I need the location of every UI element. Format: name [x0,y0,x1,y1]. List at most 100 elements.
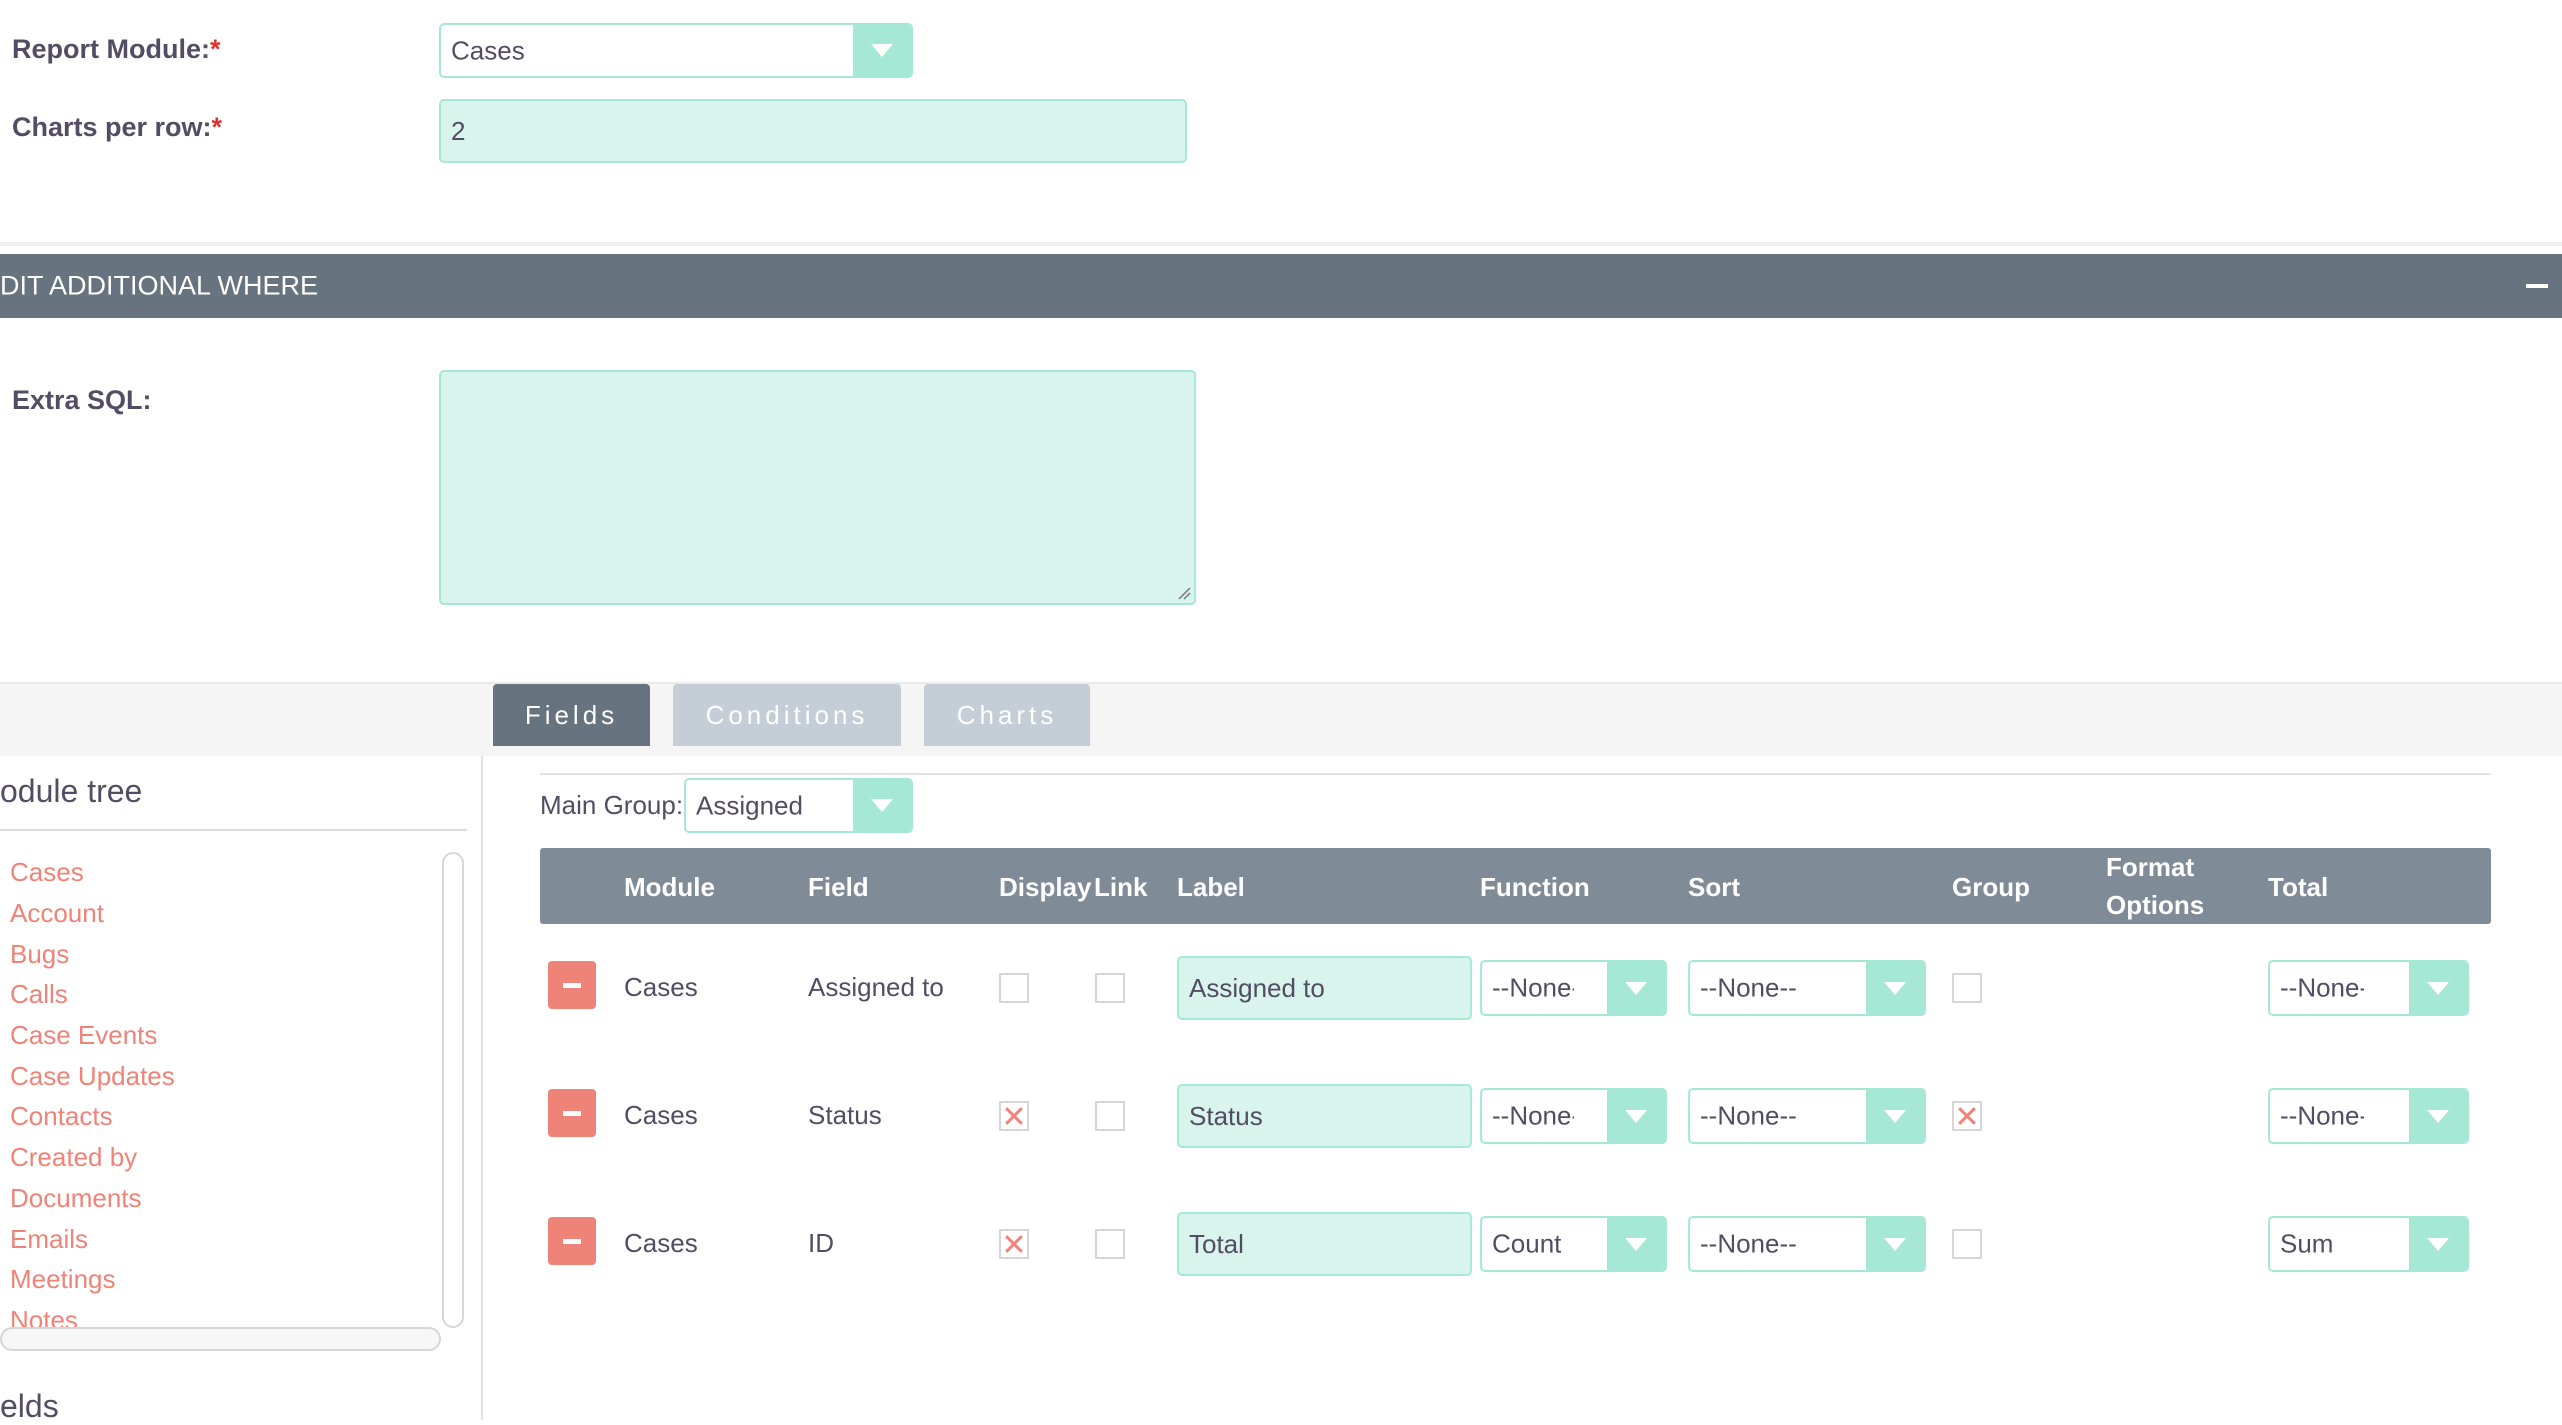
main-group-label: Main Group: [540,790,684,820]
sort-select[interactable]: --None-- [1688,960,1926,1016]
row-module: Cases [624,1100,698,1130]
charts-per-row-label: Charts per row:* [12,112,223,142]
extra-sql-textarea[interactable] [439,370,1196,605]
row-field: Status [808,1100,882,1130]
tree-item-case-updates[interactable]: Case Updates [10,1061,175,1092]
chevron-down-icon[interactable] [853,780,911,831]
link-checkbox[interactable] [1095,1229,1125,1259]
chevron-down-icon[interactable] [1866,1090,1924,1142]
checked-x-icon [1005,1107,1023,1125]
tab-conditions[interactable]: Conditions [673,684,901,746]
function-value: Count [1492,1228,1562,1259]
required-mark: * [209,34,221,64]
chevron-down-icon[interactable] [1607,962,1665,1014]
tree-divider [0,829,467,831]
tree-item-contacts[interactable]: Contacts [10,1101,113,1132]
tab-charts[interactable]: Charts [924,684,1090,746]
main-group-select[interactable]: Assigned [684,778,913,833]
row-module: Cases [624,972,698,1002]
header-module: Module [624,872,715,902]
total-value: Sum [2280,1228,2334,1259]
label-input[interactable]: Assigned to [1177,956,1472,1020]
fields-tree-title: elds [0,1388,59,1424]
function-select[interactable]: Count [1480,1216,1667,1272]
display-checkbox[interactable] [999,1101,1029,1131]
tree-item-created-by[interactable]: Created by [10,1142,137,1173]
report-module-value: Cases [451,35,525,65]
row-field: ID [808,1228,834,1258]
group-checkbox[interactable] [1952,973,1982,1003]
header-display: Display [999,872,1092,902]
function-select[interactable]: --None-- [1480,1088,1667,1144]
tree-item-documents[interactable]: Documents [10,1183,142,1214]
sort-select[interactable]: --None-- [1688,1088,1926,1144]
chevron-down-icon[interactable] [2409,962,2467,1014]
row-module: Cases [624,1228,698,1258]
total-value: --None-- [2280,972,2364,1003]
chevron-down-icon[interactable] [853,25,911,76]
total-select[interactable]: Sum [2268,1216,2469,1272]
charts-per-row-input[interactable]: 2 [439,99,1187,163]
resize-grip-icon[interactable] [1177,586,1191,600]
function-value: --None-- [1492,972,1574,1003]
sort-select[interactable]: --None-- [1688,1216,1926,1272]
link-checkbox[interactable] [1095,1101,1125,1131]
header-link: Link [1094,872,1148,902]
extra-sql-label: Extra SQL: [12,385,152,415]
tree-item-cases[interactable]: Cases [10,857,84,888]
tree-vertical-scrollbar[interactable] [442,852,464,1328]
tree-item-meetings[interactable]: Meetings [10,1264,116,1295]
sort-value: --None-- [1700,1228,1797,1259]
chevron-down-icon[interactable] [1607,1090,1665,1142]
function-select[interactable]: --None-- [1480,960,1667,1016]
chevron-down-icon[interactable] [1866,962,1924,1014]
function-value: --None-- [1492,1100,1574,1131]
report-module-select[interactable]: Cases [439,23,913,78]
header-format-line1: Format [2106,852,2195,882]
total-select[interactable]: --None-- [2268,1088,2469,1144]
display-checkbox[interactable] [999,973,1029,1003]
header-function: Function [1480,872,1590,902]
tree-item-emails[interactable]: Emails [10,1224,88,1255]
tree-item-calls[interactable]: Calls [10,979,68,1010]
minus-icon[interactable] [2526,284,2548,288]
remove-row-button[interactable] [548,961,596,1009]
label-input[interactable]: Total [1177,1212,1472,1276]
module-tree-title: odule tree [0,773,143,809]
chevron-down-icon[interactable] [1866,1218,1924,1270]
divider [0,242,2562,246]
checked-x-icon [1958,1107,1976,1125]
total-select[interactable]: --None-- [2268,960,2469,1016]
module-tree-list[interactable]: Cases Account Bugs Calls Case Events Cas… [0,845,440,1335]
report-module-label: Report Module:* [12,34,221,64]
fields-table-header: Module Field Display Link Label Function… [540,848,2491,924]
display-checkbox[interactable] [999,1229,1029,1259]
group-checkbox[interactable] [1952,1229,1982,1259]
panel-divider [481,756,483,1420]
tab-fields[interactable]: Fields [493,684,650,746]
chevron-down-icon[interactable] [2409,1218,2467,1270]
remove-row-button[interactable] [548,1089,596,1137]
chevron-down-icon[interactable] [1607,1218,1665,1270]
link-checkbox[interactable] [1095,973,1125,1003]
tree-item-bugs[interactable]: Bugs [10,939,69,970]
tree-horizontal-scrollbar[interactable] [0,1327,441,1351]
tabs-strip [0,684,2562,756]
tree-item-account[interactable]: Account [10,898,104,929]
header-sort: Sort [1688,872,1740,902]
row-field: Assigned to [808,972,944,1002]
remove-row-button[interactable] [548,1217,596,1265]
chevron-down-icon[interactable] [2409,1090,2467,1142]
tree-item-case-events[interactable]: Case Events [10,1020,157,1051]
tabs-divider [0,682,2562,684]
additional-where-section-header[interactable]: DIT ADDITIONAL WHERE [0,254,2562,318]
checked-x-icon [1005,1235,1023,1253]
header-label: Label [1177,872,1245,902]
header-group: Group [1952,872,2030,902]
required-mark: * [211,112,223,142]
section-title: DIT ADDITIONAL WHERE [0,270,319,301]
label-input[interactable]: Status [1177,1084,1472,1148]
header-total: Total [2268,872,2329,902]
header-field: Field [808,872,869,902]
group-checkbox[interactable] [1952,1101,1982,1131]
